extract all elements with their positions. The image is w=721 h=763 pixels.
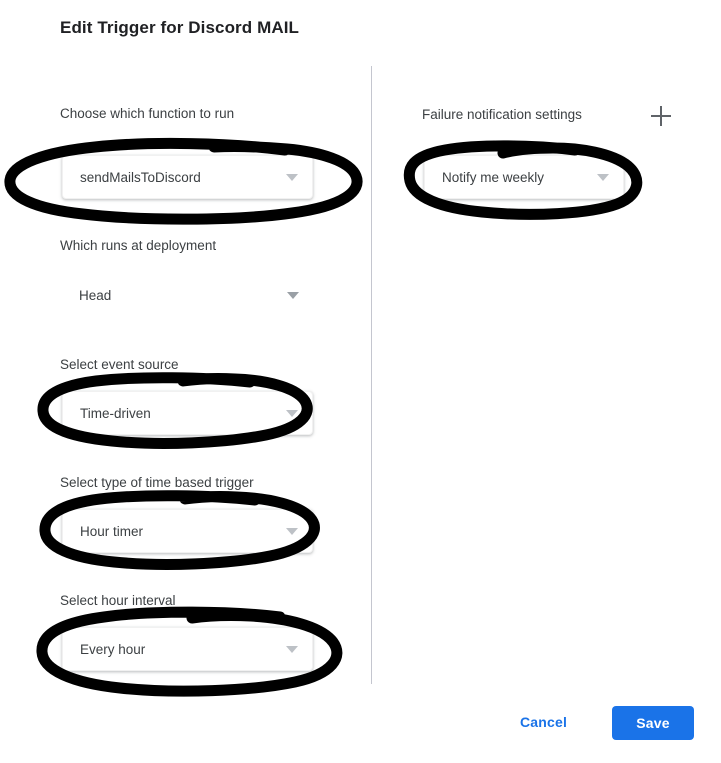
- cancel-button[interactable]: Cancel: [512, 708, 575, 736]
- select-value-function-to-run: sendMailsToDiscord: [80, 169, 201, 185]
- field-hour-interval: Select hour interval: [60, 592, 176, 610]
- field-failure-notification: Failure notification settings: [422, 106, 582, 124]
- field-label-function-to-run: Choose which function to run: [60, 106, 235, 121]
- field-function-to-run: Choose which function to run: [60, 105, 234, 123]
- select-value-time-trigger-type: Hour timer: [80, 523, 144, 539]
- column-divider: [371, 66, 372, 684]
- select-hour-interval[interactable]: Every hour: [62, 627, 313, 671]
- edit-trigger-dialog: Edit Trigger for Discord MAIL Choose whi…: [0, 0, 721, 763]
- select-function-to-run[interactable]: sendMailsToDiscord: [62, 155, 313, 199]
- field-deployment: Which runs at deployment: [60, 237, 216, 255]
- field-label-failure-notification: Failure notification settings: [422, 107, 582, 122]
- select-event-source[interactable]: Time-driven: [62, 391, 313, 435]
- field-label-time-trigger-type: Select type of time based trigger: [60, 475, 254, 490]
- select-value-failure-notification: Notify me weekly: [442, 169, 545, 185]
- chevron-down-icon: [286, 409, 298, 417]
- select-value-hour-interval: Every hour: [80, 641, 146, 657]
- field-label-hour-interval: Select hour interval: [60, 593, 176, 608]
- chevron-down-icon: [286, 645, 298, 653]
- plus-icon[interactable]: [649, 104, 673, 128]
- chevron-down-icon: [286, 173, 298, 181]
- select-value-event-source: Time-driven: [80, 405, 151, 421]
- select-failure-notification[interactable]: Notify me weekly: [424, 155, 624, 199]
- field-event-source: Select event source: [60, 356, 179, 374]
- save-button[interactable]: Save: [612, 706, 694, 740]
- chevron-down-icon: [597, 173, 609, 181]
- select-deployment[interactable]: Head: [62, 274, 313, 316]
- chevron-down-icon: [287, 291, 299, 299]
- dialog-title: Edit Trigger for Discord MAIL: [60, 18, 300, 37]
- select-time-trigger-type[interactable]: Hour timer: [62, 509, 313, 553]
- select-value-deployment: Head: [79, 287, 112, 303]
- field-label-event-source: Select event source: [60, 357, 179, 372]
- field-time-trigger-type: Select type of time based trigger: [60, 474, 254, 492]
- chevron-down-icon: [286, 527, 298, 535]
- field-label-deployment: Which runs at deployment: [60, 238, 217, 253]
